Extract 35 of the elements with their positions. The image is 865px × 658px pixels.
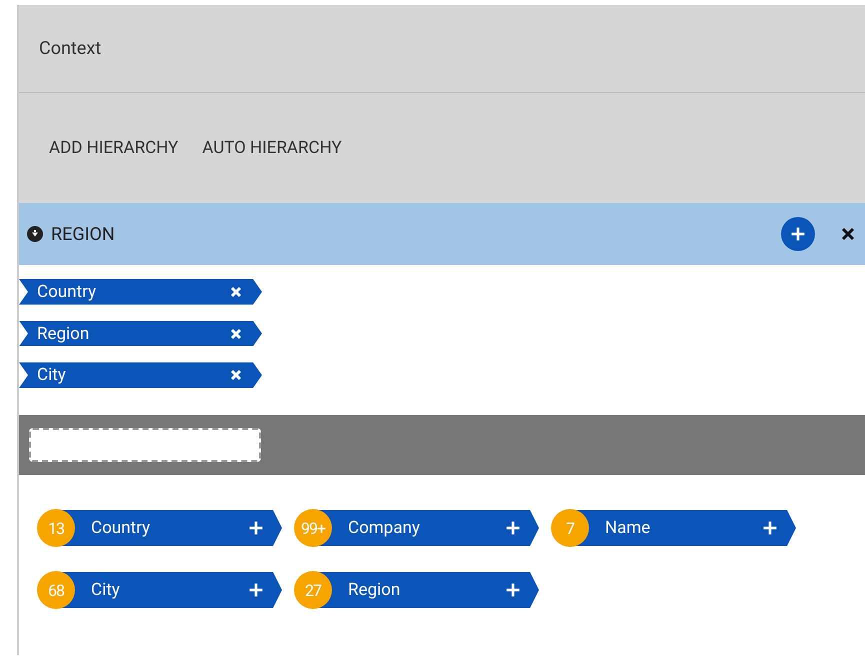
panel-title: Context bbox=[39, 38, 102, 59]
level-chip[interactable]: City bbox=[19, 362, 262, 388]
field-chip[interactable]: 27 Region bbox=[294, 571, 539, 609]
close-icon[interactable] bbox=[841, 227, 855, 241]
add-icon[interactable] bbox=[505, 582, 521, 598]
field-label: Region bbox=[348, 580, 400, 600]
field-label: Company bbox=[348, 518, 420, 538]
hierarchy-header[interactable]: REGION bbox=[19, 203, 865, 265]
remove-icon[interactable] bbox=[230, 328, 242, 340]
drop-zone[interactable] bbox=[29, 428, 261, 462]
add-icon[interactable] bbox=[781, 217, 815, 251]
add-icon[interactable] bbox=[248, 582, 264, 598]
hierarchy-name: REGION bbox=[51, 224, 116, 244]
remove-icon[interactable] bbox=[230, 369, 242, 382]
level-chip[interactable]: Region bbox=[19, 320, 262, 346]
add-icon[interactable] bbox=[762, 520, 778, 536]
count-badge: 7 bbox=[551, 509, 589, 547]
field-label: City bbox=[91, 580, 120, 600]
count-badge: 13 bbox=[37, 509, 75, 547]
field-chip[interactable]: 68 City bbox=[37, 571, 282, 609]
field-label: Name bbox=[605, 518, 650, 538]
field-chip[interactable]: 13 Country bbox=[37, 509, 282, 547]
count-badge: 27 bbox=[294, 571, 332, 609]
remove-icon[interactable] bbox=[230, 286, 242, 298]
add-icon[interactable] bbox=[505, 520, 521, 536]
count-badge: 99+ bbox=[294, 509, 332, 547]
field-chip[interactable]: 7 Name bbox=[551, 509, 796, 547]
count-badge: 68 bbox=[37, 571, 75, 609]
field-label: Country bbox=[91, 518, 150, 538]
toolbar-button[interactable]: ADD HIERARCHY bbox=[49, 138, 178, 158]
field-chip[interactable]: 99+ Company bbox=[294, 509, 539, 547]
add-icon[interactable] bbox=[248, 520, 264, 536]
expand-down-icon[interactable] bbox=[27, 226, 43, 242]
toolbar-button[interactable]: AUTO HIERARCHY bbox=[202, 138, 342, 158]
level-chip[interactable]: Country bbox=[19, 279, 262, 305]
